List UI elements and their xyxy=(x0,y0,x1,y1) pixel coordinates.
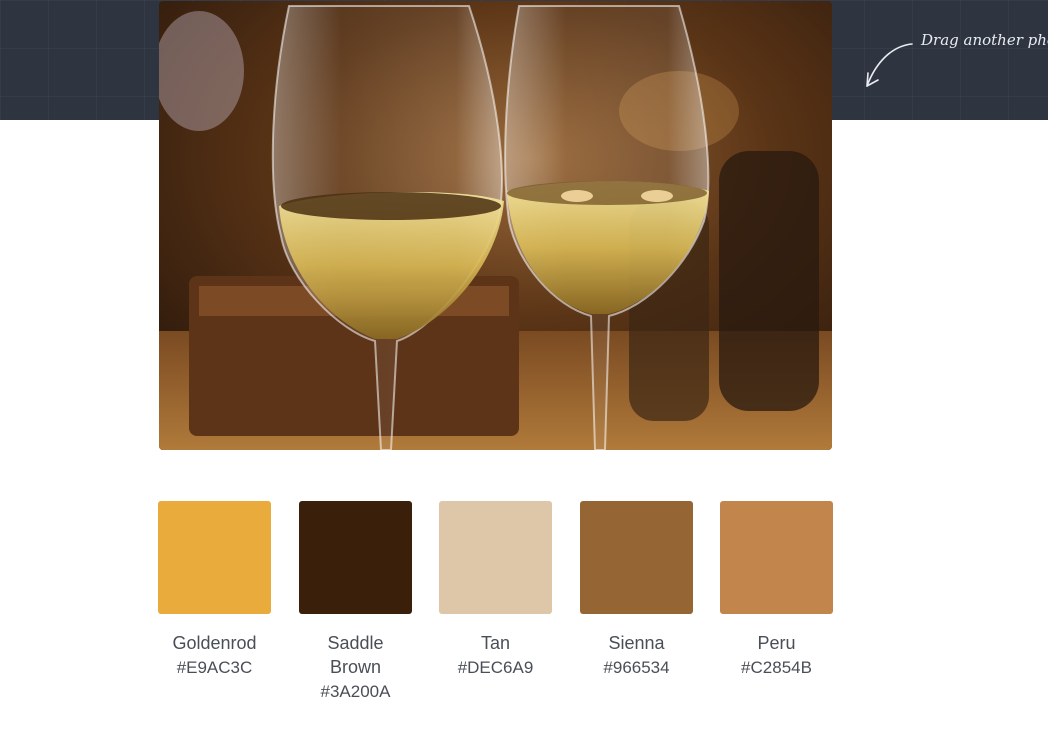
color-chip[interactable] xyxy=(439,501,552,614)
swatch-sienna[interactable]: Sienna #966534 xyxy=(580,501,693,680)
uploaded-photo[interactable] xyxy=(159,1,832,450)
color-name: Peru xyxy=(757,633,796,653)
color-name: Tan xyxy=(480,633,511,653)
color-hex: #C2854B xyxy=(741,658,812,677)
drag-hint-text: Drag another pho xyxy=(921,31,1048,49)
curved-arrow-icon xyxy=(866,43,913,87)
wine-glasses-image xyxy=(159,1,832,450)
color-chip[interactable] xyxy=(580,501,693,614)
color-name: Goldenrod xyxy=(172,633,257,653)
color-chip[interactable] xyxy=(158,501,271,614)
swatch-saddle-brown[interactable]: Saddle Brown #3A200A xyxy=(299,501,412,704)
color-hex: #966534 xyxy=(603,658,670,677)
color-name: Sienna xyxy=(608,633,665,653)
color-chip[interactable] xyxy=(299,501,412,614)
color-hex: #3A200A xyxy=(320,682,391,701)
drag-hint: Drag another pho xyxy=(862,28,1048,92)
color-name: Saddle Brown xyxy=(327,633,384,677)
color-hex: #DEC6A9 xyxy=(457,658,534,677)
color-chip[interactable] xyxy=(720,501,833,614)
color-hex: #E9AC3C xyxy=(176,658,253,677)
swatch-tan[interactable]: Tan #DEC6A9 xyxy=(439,501,552,680)
swatch-peru[interactable]: Peru #C2854B xyxy=(720,501,833,680)
swatch-goldenrod[interactable]: Goldenrod #E9AC3C xyxy=(158,501,271,680)
